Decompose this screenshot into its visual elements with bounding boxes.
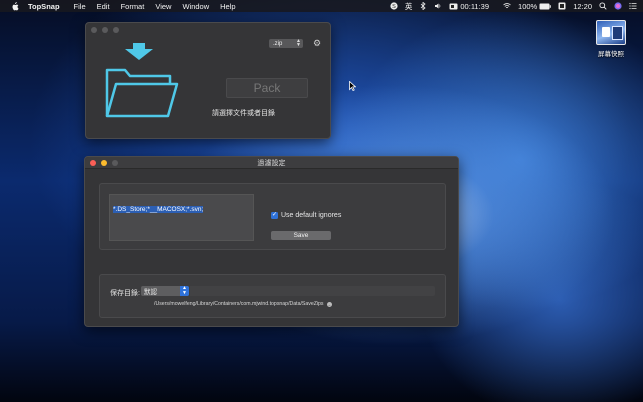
use-default-ignores-label: Use default ignores [281, 212, 342, 219]
recording-timer[interactable]: 00:11:39 [449, 2, 496, 11]
minimize-button[interactable] [102, 27, 108, 33]
volume-icon[interactable] [434, 2, 442, 10]
battery-indicator[interactable]: 100% [518, 1, 552, 11]
zoom-button[interactable] [113, 27, 119, 33]
app-menu[interactable]: TopSnap [28, 2, 60, 11]
window-controls [91, 27, 119, 33]
save-directory-field [190, 286, 435, 296]
folder-drop-icon[interactable] [104, 66, 180, 118]
menu-window[interactable]: Window [182, 2, 209, 11]
notification-center-icon[interactable] [629, 2, 637, 10]
title-bar[interactable]: 過濾設定 [85, 157, 458, 169]
apple-icon[interactable] [11, 1, 19, 11]
ignore-settings-box: *.DS_Store;*__MACOSX;*.svn; ✓ Use defaul… [99, 183, 446, 250]
screen-icon[interactable] [558, 2, 566, 10]
timer-text: 00:11:39 [460, 1, 490, 11]
pack-button[interactable]: Pack [226, 78, 308, 98]
wifi-icon[interactable] [503, 2, 511, 10]
select-arrows-icon: ▲ ▼ [296, 38, 301, 48]
arrow-down-icon [125, 43, 153, 60]
save-button[interactable]: Save [271, 231, 331, 240]
battery-icon [539, 3, 552, 9]
siri-icon[interactable] [614, 2, 622, 10]
reveal-in-finder-icon[interactable]: → [326, 301, 332, 307]
ignore-patterns-text: *.DS_Store;*__MACOSX;*.svn; [113, 206, 204, 213]
archive-format-value: .zip [273, 40, 283, 47]
menu-view[interactable]: View [155, 2, 171, 11]
select-file-prompt: 請選擇文件或者目錄 [212, 110, 275, 117]
save-path-row: /Users/mowelfeng/Library/Containers/com.… [154, 301, 332, 307]
use-default-ignores-checkbox[interactable]: ✓ [271, 212, 278, 219]
desktop-file-label: 屏幕快照 [598, 51, 624, 58]
filter-settings-window: 過濾設定 *.DS_Store;*__MACOSX;*.svn; ✓ Use d… [84, 156, 459, 327]
menu-help[interactable]: Help [220, 2, 235, 11]
menu-edit[interactable]: Edit [97, 2, 110, 11]
menu-format[interactable]: Format [121, 2, 145, 11]
save-directory-label: 保存目錄: [110, 290, 140, 297]
status-area: S 英 00:11:39 100% 12:20 [390, 0, 643, 12]
save-path-text: /Users/mowelfeng/Library/Containers/com.… [154, 301, 324, 307]
window-title: 過濾設定 [257, 160, 286, 167]
input-method-indicator[interactable]: 英 [405, 1, 413, 12]
battery-percent: 100% [518, 1, 538, 11]
save-directory-value: 默認 [144, 289, 157, 296]
spotlight-search-icon[interactable] [599, 2, 607, 10]
archive-format-select[interactable]: .zip ▲ ▼ [269, 39, 303, 48]
screenshot-thumbnail-icon [596, 20, 626, 45]
pack-window: .zip ▲ ▼ ⚙ Pack 請選擇文件或者目錄 [85, 22, 331, 139]
save-directory-select[interactable]: 默認 ▲ ▼ [141, 286, 189, 296]
menu-file[interactable]: File [74, 2, 86, 11]
bluetooth-icon[interactable] [419, 2, 427, 10]
desktop-screenshot-file[interactable]: 屏幕快照 [591, 20, 631, 58]
select-arrows-icon: ▲ ▼ [180, 286, 189, 296]
app-status-icon[interactable]: S [390, 2, 398, 10]
menu-bar: TopSnap File Edit Format View Window Hel… [0, 0, 643, 12]
clock[interactable]: 12:20 [573, 2, 592, 11]
svg-text:S: S [392, 4, 396, 10]
mouse-cursor-icon [349, 81, 356, 91]
gear-icon[interactable]: ⚙ [313, 39, 322, 48]
close-button[interactable] [91, 27, 97, 33]
save-directory-box: 保存目錄: 默認 ▲ ▼ /Users/mowelfeng/Library/Con… [99, 274, 446, 318]
ignore-patterns-textarea[interactable]: *.DS_Store;*__MACOSX;*.svn; [109, 194, 254, 241]
use-default-ignores-option[interactable]: ✓ Use default ignores [271, 212, 341, 219]
